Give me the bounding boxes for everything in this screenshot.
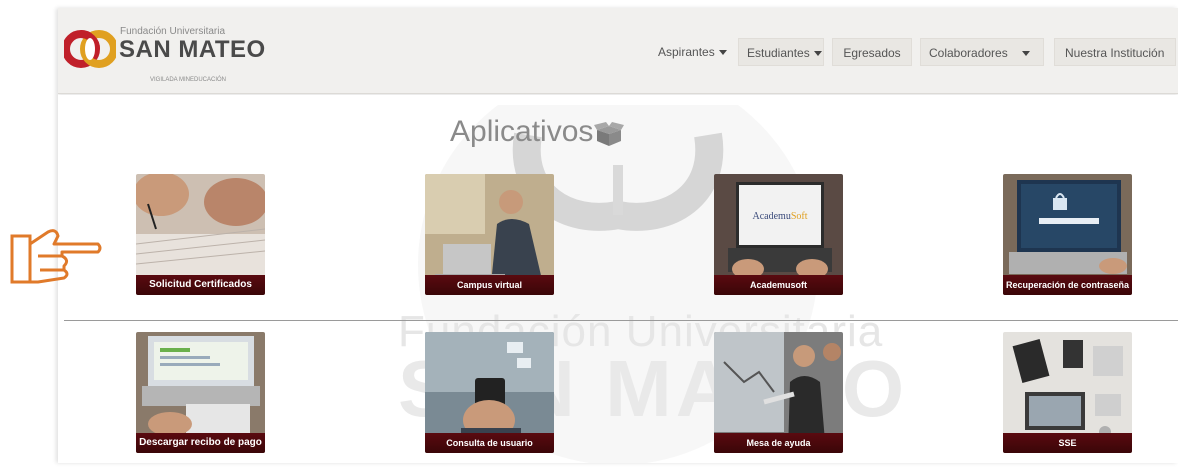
- logo-name[interactable]: SAN MATEO: [119, 36, 266, 64]
- tile-academusoft[interactable]: AcademuSoft Academusoft: [714, 174, 843, 295]
- tile-descargar-recibo[interactable]: Descargar recibo de pago: [136, 332, 265, 453]
- university-logo-icon[interactable]: [64, 24, 116, 74]
- nav-egresados[interactable]: Egresados: [832, 38, 912, 66]
- tile-label: Recuperación de contraseña: [1003, 275, 1132, 295]
- tile-campus-virtual[interactable]: Campus virtual: [425, 174, 554, 295]
- tile-label: Consulta de usuario: [425, 433, 554, 453]
- open-box-icon: [594, 122, 624, 146]
- tile-solicitud-certificados[interactable]: Solicitud Certificados: [136, 174, 265, 295]
- site-header: Fundación Universitaria SAN MATEO VIGILA…: [58, 8, 1178, 94]
- svg-text:AcademuSoft: AcademuSoft: [753, 211, 808, 222]
- tile-label: Descargar recibo de pago: [136, 433, 265, 453]
- main-content: Fundación Universitaria SAN MATEO Aplica…: [58, 95, 1178, 463]
- tile-label: Campus virtual: [425, 275, 554, 295]
- tile-sse[interactable]: SSE: [1003, 332, 1132, 453]
- nav-label: Nuestra Institución: [1065, 46, 1165, 60]
- row-divider: [64, 320, 1178, 321]
- caret-down-icon: [813, 51, 822, 57]
- tile-recuperacion-contrasena[interactable]: Recuperación de contraseña: [1003, 174, 1132, 295]
- nav-aspirantes[interactable]: Aspirantes: [654, 38, 731, 66]
- nav-label: Estudiantes: [747, 46, 810, 60]
- tile-label: Mesa de ayuda: [714, 433, 843, 453]
- tile-label: SSE: [1003, 433, 1132, 453]
- nav-label: Egresados: [843, 46, 901, 60]
- section-title: Aplicativos: [450, 115, 594, 148]
- caret-down-icon: [1021, 51, 1030, 57]
- nav-label: Colaboradores: [929, 46, 1008, 60]
- nav-colaboradores[interactable]: Colaboradores: [920, 38, 1044, 66]
- logo-sub-line: VIGILADA MINEDUCACIÓN: [150, 77, 227, 83]
- hand-pointing-right-icon: [10, 229, 102, 284]
- caret-down-icon: [718, 50, 727, 56]
- tile-mesa-ayuda[interactable]: Mesa de ayuda: [714, 332, 843, 453]
- tile-consulta-usuario[interactable]: Consulta de usuario: [425, 332, 554, 453]
- tile-label: Solicitud Certificados: [136, 275, 265, 295]
- nav-estudiantes[interactable]: Estudiantes: [738, 38, 824, 66]
- nav-label: Aspirantes: [658, 45, 715, 59]
- page-frame: Fundación Universitaria SAN MATEO VIGILA…: [58, 8, 1178, 463]
- tile-label: Academusoft: [714, 275, 843, 295]
- nav-nuestra-institucion[interactable]: Nuestra Institución: [1054, 38, 1176, 66]
